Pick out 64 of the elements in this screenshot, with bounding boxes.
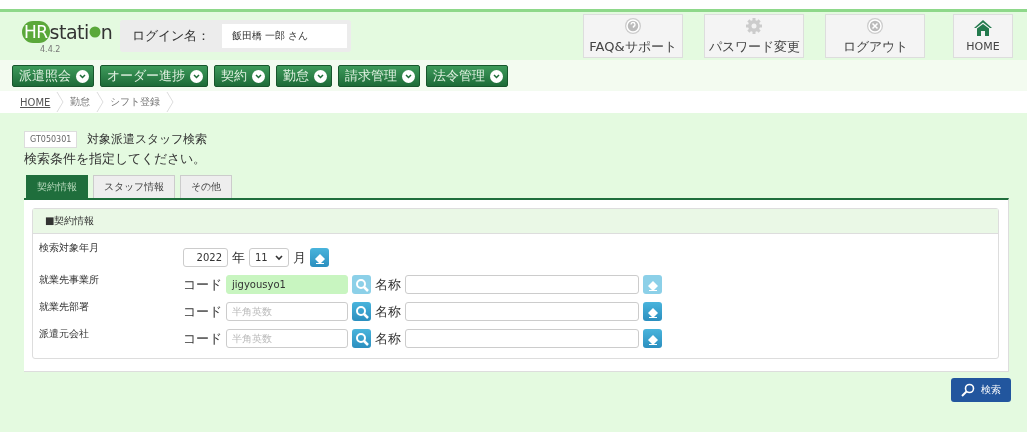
page-title: 対象派遣スタッフ検索 [87,131,208,148]
search-button[interactable] [352,329,371,348]
header-button[interactable]: FAQ&サポート [583,14,683,58]
menu-button[interactable]: 法令管理 [426,65,508,87]
unit-label: 月 [293,248,306,267]
search-icon [961,383,975,397]
tab[interactable]: その他 [180,175,232,198]
code-label: コード [183,275,222,294]
chevron-icon [490,69,503,83]
breadcrumb-separator [166,92,175,112]
header-button[interactable]: ログアウト [825,14,925,58]
menu-button[interactable]: 請求管理 [338,65,420,87]
chevron-icon [190,69,203,83]
field-label: 就業先部署 [39,300,90,314]
eraser-button[interactable] [310,248,329,267]
menu-button[interactable]: 契約 [214,65,270,87]
field-label: 就業先事業所 [39,273,100,287]
breadcrumb-link[interactable]: HOME [20,96,51,108]
field-label: 派遣元会社 [39,327,90,341]
header-button[interactable]: HOME [953,14,1013,58]
chevron-icon [76,69,89,83]
chevron-icon [314,69,327,83]
instruction-text: 検索条件を指定してください。 [23,150,207,168]
breadcrumb-separator [96,92,105,112]
tab[interactable]: スタッフ情報 [93,175,175,198]
menu-button[interactable]: 勤怠 [276,65,332,87]
search-button[interactable]: 検索 [951,378,1011,402]
login-name: 飯田橋 一郎 さん [222,24,347,48]
chevron-icon [402,69,415,83]
name-label: 名称 [375,329,401,348]
menu-button[interactable]: オーダー進捗 [100,65,208,87]
search-icon [354,277,369,292]
name-label: 名称 [375,275,401,294]
version-label: 4.4.2 [40,44,61,54]
settings-icon [745,16,763,35]
eraser-button[interactable] [643,329,662,348]
code-label: コード [183,329,222,348]
home-icon [973,19,993,37]
breadcrumb-item: 勤怠 [70,95,91,109]
month-select[interactable]: 11 [249,248,289,267]
close-icon [866,16,884,35]
menu-button[interactable]: 派遣照会 [12,65,94,87]
name-field[interactable] [405,329,639,348]
breadcrumb-item: シフト登録 [110,95,161,109]
logo: HRstati n [22,19,113,45]
chevron-icon [252,69,265,83]
year-field[interactable]: 2022 [183,248,228,267]
unit-label: 年 [232,248,245,267]
search-icon [354,304,369,319]
eraser-button[interactable] [643,302,662,321]
name-label: 名称 [375,302,401,321]
help-icon [624,16,642,35]
screen-code: GT050301 [24,131,78,148]
login-label: ログイン名： [131,27,210,45]
breadcrumb-separator [56,92,65,112]
caret-icon [275,254,283,261]
field-label: 検索対象年月 [39,241,100,255]
search-icon [354,331,369,346]
tab[interactable]: 契約情報 [26,175,88,198]
header-button[interactable]: パスワード変更 [704,14,804,58]
code-label: コード [183,302,222,321]
search-button[interactable] [352,302,371,321]
name-field[interactable] [405,302,639,321]
section-title: ■契約情報 [33,209,998,234]
